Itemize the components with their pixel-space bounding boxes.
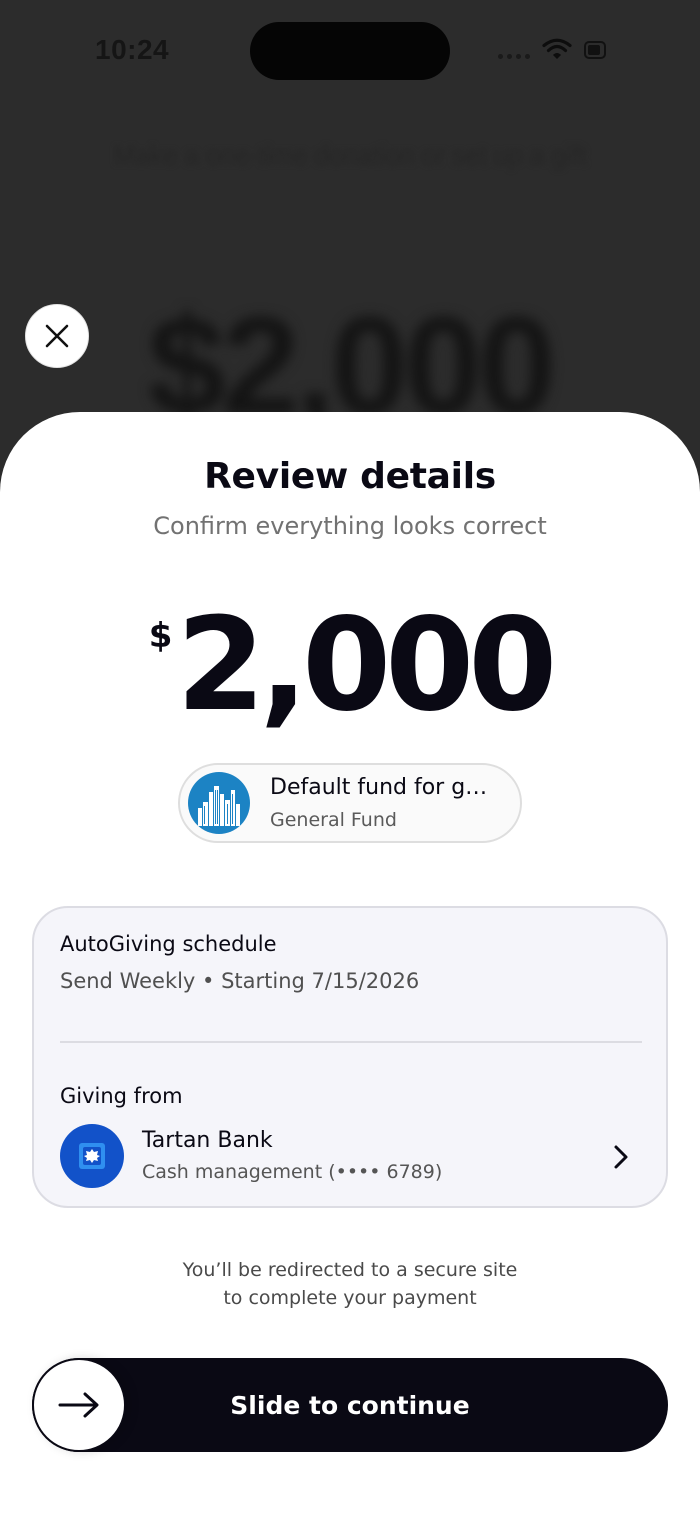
fund-subtitle: General Fund — [270, 809, 397, 831]
fund-selector[interactable]: Default fund for g… General Fund — [178, 763, 522, 843]
bank-name: Tartan Bank — [142, 1128, 273, 1153]
slide-to-continue[interactable]: Slide to continue — [32, 1358, 668, 1452]
arrow-right-icon — [58, 1392, 99, 1418]
wifi-icon — [542, 38, 572, 59]
battery-icon — [584, 41, 606, 59]
currency-symbol: $ — [148, 616, 173, 656]
amount-value: 2,000 — [176, 591, 557, 740]
donation-amount: $ 2,000 — [0, 602, 700, 730]
bank-logo-icon — [60, 1124, 124, 1188]
schedule-value: Send Weekly • Starting 7/15/2026 — [60, 969, 420, 993]
redirect-note: You’ll be redirected to a secure site to… — [0, 1256, 700, 1312]
review-sheet: Review details Confirm everything looks … — [0, 412, 700, 1520]
redirect-note-line-2: to complete your payment — [223, 1287, 477, 1309]
card-divider — [60, 1041, 642, 1043]
payment-source-row[interactable]: Tartan Bank Cash management (•••• 6789) — [34, 1113, 666, 1203]
city-skyline-icon — [188, 772, 250, 834]
details-card: AutoGiving schedule Send Weekly • Starti… — [32, 906, 668, 1208]
background-subtitle: Make a one-time donation or set up a gif… — [113, 140, 587, 170]
page-subtitle: Confirm everything looks correct — [153, 512, 547, 540]
background-screen: 10:24 Make a one-time donation or set up… — [0, 0, 700, 460]
page-title: Review details — [204, 456, 496, 497]
fund-name: Default fund for g… — [270, 775, 488, 800]
cellular-signal-icon — [498, 54, 530, 59]
slide-label: Slide to continue — [230, 1390, 470, 1420]
redirect-note-line-1: You’ll be redirected to a secure site — [182, 1259, 518, 1281]
chevron-right-icon — [614, 1145, 628, 1169]
close-icon — [45, 324, 69, 348]
close-button[interactable] — [25, 304, 89, 368]
status-time: 10:24 — [95, 34, 170, 65]
dynamic-island — [250, 22, 450, 80]
slide-handle[interactable] — [32, 1358, 126, 1452]
giving-from-label: Giving from — [60, 1084, 183, 1108]
schedule-label: AutoGiving schedule — [60, 932, 277, 956]
bank-account: Cash management (•••• 6789) — [142, 1161, 443, 1183]
status-icons — [494, 38, 614, 64]
